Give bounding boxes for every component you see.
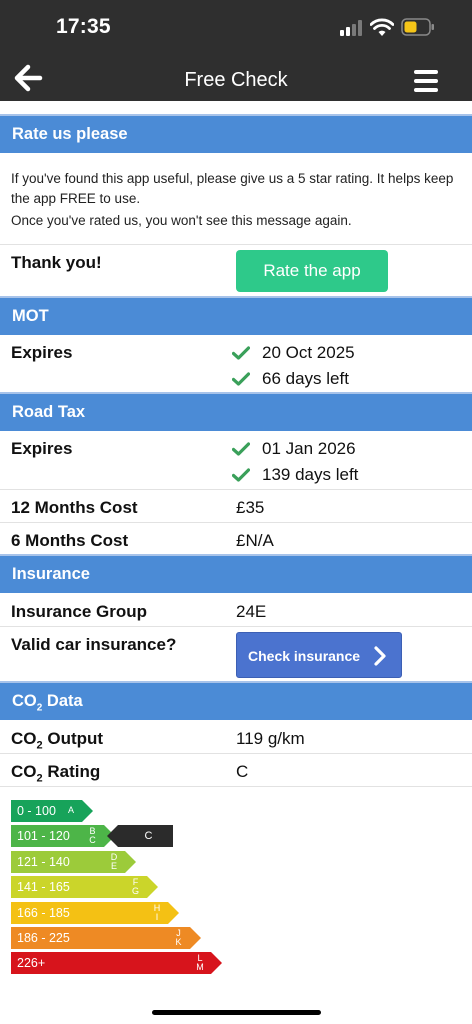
co2-band-6: 226+ xyxy=(11,952,211,975)
status-time: 17:35 xyxy=(56,15,111,38)
co2-band-letter: I xyxy=(155,911,159,922)
co2-rating-suffix: Rating xyxy=(42,762,101,781)
co2-band-arrow xyxy=(82,800,93,822)
insurance-group-value: 24E xyxy=(236,602,267,621)
home-indicator xyxy=(152,1010,321,1015)
rate-message: If you've found this app useful, please … xyxy=(11,171,454,206)
page-title: Free Check xyxy=(184,69,288,91)
row-divider xyxy=(0,489,472,490)
row-divider xyxy=(0,522,472,523)
co2-band-letters: BC xyxy=(88,827,98,845)
tax-6-months-cost: £N/A xyxy=(236,531,274,550)
co2-band-arrow xyxy=(168,901,179,924)
co2-output-value: 119 g/km xyxy=(236,729,305,748)
co2-band-3: 141 - 165 xyxy=(11,876,147,899)
insurance-section-header: Insurance xyxy=(0,556,472,593)
check-insurance-button[interactable]: Check insurance xyxy=(236,632,402,678)
co2-band-arrow xyxy=(211,952,222,975)
co2-rating-value: C xyxy=(236,762,249,781)
wifi-icon xyxy=(370,18,394,36)
co2-band-arrow xyxy=(189,927,201,949)
top-bar: 17:35 Free Check xyxy=(0,0,472,101)
rate-app-button[interactable]: Rate the app xyxy=(236,250,388,292)
co2-band-letter: E xyxy=(110,860,117,871)
mot-expires-label: Expires xyxy=(11,343,73,362)
co2-band-letters: JK xyxy=(174,929,184,947)
battery-icon xyxy=(401,18,434,36)
tax-12-months-label: 12 Months Cost xyxy=(11,498,138,517)
mot-section-header: MOT xyxy=(0,298,472,335)
rate-note: Once you've rated us, you won't see this… xyxy=(11,213,352,228)
row-divider xyxy=(0,244,472,245)
co2-band-4: 166 - 185 xyxy=(11,901,168,924)
co2-band-letters: A xyxy=(66,806,76,815)
check-icon xyxy=(232,372,250,386)
co2-header-suffix: Data xyxy=(42,692,83,710)
co2-band-2: 121 - 140 xyxy=(11,850,125,873)
co2-output-label: CO2 Output xyxy=(11,729,103,751)
thanks-label: Thank you! xyxy=(11,253,102,272)
mot-expiry-date-text: 20 Oct 2025 xyxy=(262,343,355,362)
co2-band-letter: A xyxy=(67,805,74,815)
check-icon xyxy=(232,468,250,482)
row-divider xyxy=(0,626,472,627)
co2-band-letter: G xyxy=(131,886,139,897)
check-insurance-label: Check insurance xyxy=(248,648,361,664)
current-rating-marker: C xyxy=(107,825,173,847)
co2-rating-prefix: CO xyxy=(11,762,37,781)
insurance-group-label: Insurance Group xyxy=(11,602,148,621)
co2-band-letters: LM xyxy=(195,954,205,972)
check-icon xyxy=(232,346,250,360)
valid-insurance-label: Valid car insurance? xyxy=(11,635,177,654)
co2-rating-label: CO2 Rating xyxy=(11,762,100,784)
row-divider xyxy=(0,753,472,754)
tax-12-months-cost: £35 xyxy=(236,498,265,517)
co2-output-suffix: Output xyxy=(42,729,104,748)
chevron-right-icon xyxy=(374,646,386,666)
tax-days-left-text: 139 days left xyxy=(262,465,359,484)
co2-output-prefix: CO xyxy=(11,729,37,748)
tax-expires-label: Expires xyxy=(11,439,73,458)
co2-band-letters: FG xyxy=(131,878,141,896)
cellular-signal-icon xyxy=(340,20,364,36)
co2-band-arrow xyxy=(146,876,158,899)
tax-6-months-label: 6 Months Cost xyxy=(11,531,129,550)
menu-icon[interactable] xyxy=(414,70,438,92)
co2-band-5: 186 - 225 xyxy=(11,927,190,949)
mot-days-left-text: 66 days left xyxy=(262,369,349,388)
row-divider xyxy=(0,786,472,787)
rate-section-header: Rate us please xyxy=(0,116,472,153)
co2-band-letter: C xyxy=(89,835,96,846)
co2-band-letter: K xyxy=(175,937,182,947)
co2-band-letter: M xyxy=(196,962,204,973)
co2-band-letters: HI xyxy=(152,903,162,922)
tax-expiry-date-text: 01 Jan 2026 xyxy=(262,439,356,458)
co2-section-header: CO2 Data xyxy=(0,683,472,720)
co2-header-prefix: CO xyxy=(12,692,37,710)
co2-band-letters: DE xyxy=(109,852,119,871)
co2-band-arrow xyxy=(125,850,136,873)
check-icon xyxy=(232,442,250,456)
road-tax-section-header: Road Tax xyxy=(0,394,472,431)
